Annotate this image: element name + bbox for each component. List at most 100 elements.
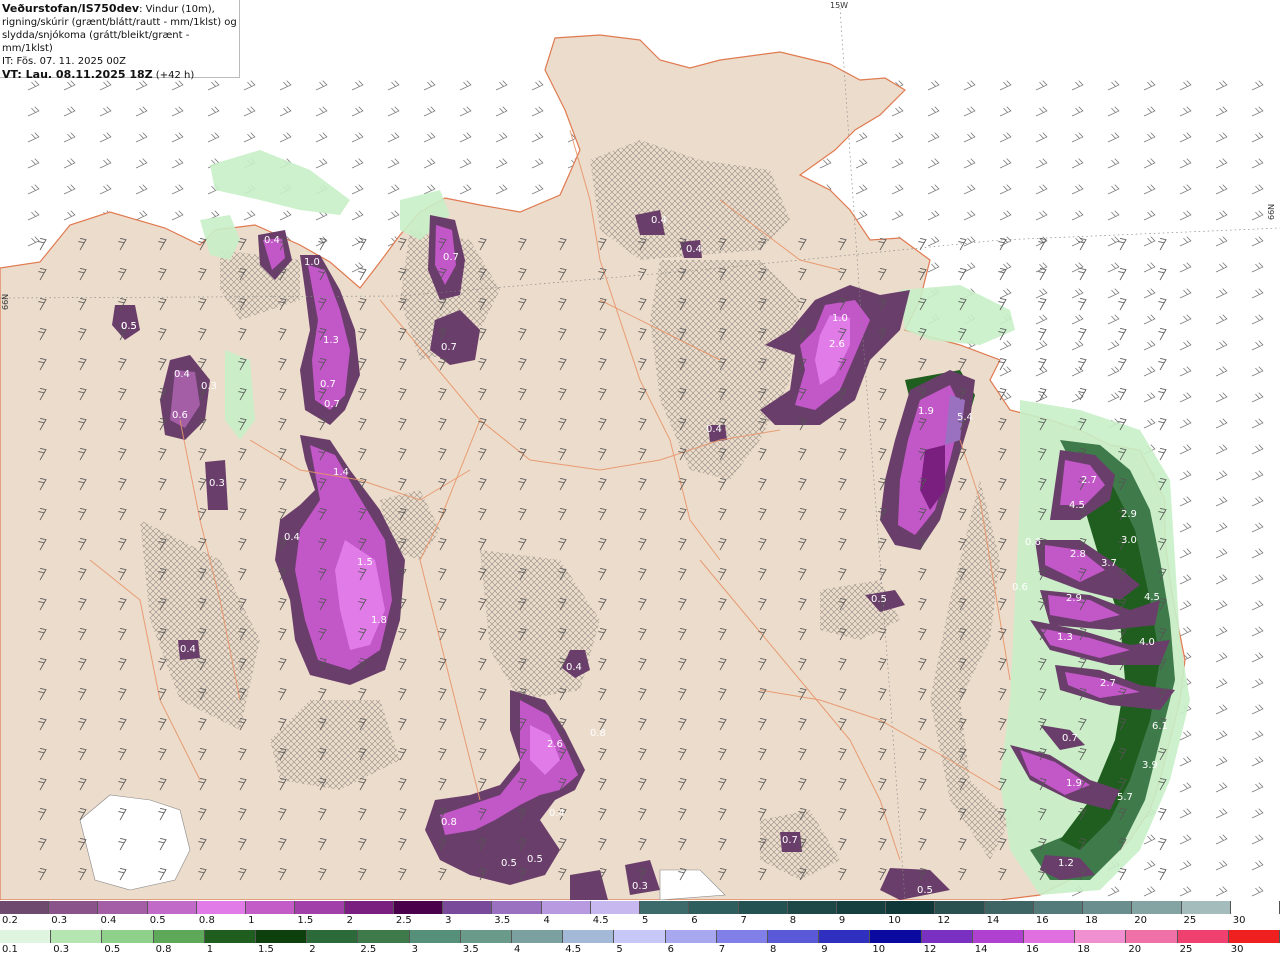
legend-swatch (541, 901, 591, 914)
glacier (79, 794, 191, 891)
legend-label: 0.5 (149, 915, 166, 926)
precip-label: 2.9 (1066, 593, 1082, 604)
legend-swatch (98, 901, 148, 914)
precip-label: 0.7 (320, 379, 336, 390)
precip-label: 0.3 (632, 881, 648, 892)
legend-label: 12 (937, 915, 951, 926)
legend-label: 1.5 (297, 915, 314, 926)
legend-swatch (196, 901, 247, 914)
precip-label: 0.7 (1062, 733, 1078, 744)
legend-swatch (512, 930, 564, 943)
precip-label: 0.6 (1012, 582, 1028, 593)
legend-label: 10 (888, 915, 901, 926)
precip-label: 3.7 (1101, 558, 1117, 569)
legend-label: 3.5 (494, 915, 511, 926)
precip-label: 2.7 (1081, 475, 1097, 486)
legend-swatch (921, 930, 973, 943)
precip-label: 0.5 (917, 885, 933, 896)
legend-swatch (1075, 930, 1127, 943)
legend-label: 3 (411, 944, 418, 955)
legend-label: 0.5 (104, 944, 121, 955)
legend-swatch (358, 930, 410, 943)
precip-label: 1.3 (1057, 632, 1073, 643)
legend-label: 25 (1183, 915, 1197, 926)
legend-swatch (102, 930, 154, 943)
valid-time: VT: Lau. 08.11.2025 18Z (2, 68, 153, 81)
legend-swatch (1132, 901, 1182, 914)
lon-label-15w: 15W (830, 1, 848, 10)
legend-label: 4.5 (565, 944, 582, 955)
precip-label: 5.4 (957, 412, 973, 423)
precip-label: 3.0 (1121, 535, 1137, 546)
precip-label: 0.4 (284, 532, 300, 543)
legend-label: 30 (1230, 944, 1244, 955)
legend-swatch (246, 901, 296, 914)
legend-swatch (393, 901, 444, 914)
legend-swatch (204, 930, 257, 943)
init-time: IT: Fös. 07. 11. 2025 00Z (2, 56, 126, 67)
legend-label: 14 (986, 915, 1000, 926)
legend-swatch (689, 901, 739, 914)
snow-color-legend (0, 901, 1280, 914)
legend-label: 25 (1179, 944, 1193, 955)
legend-swatch (307, 930, 359, 943)
precip-label: 1.0 (304, 257, 320, 268)
legend-label: 6 (667, 944, 674, 955)
legend-label: 4.5 (592, 915, 609, 926)
legend-label: 3.5 (462, 944, 479, 955)
legend-label: 12 (923, 944, 937, 955)
precip-label: 0.4 (174, 369, 190, 380)
legend-swatch (1033, 901, 1084, 914)
legend-label: 0.2 (2, 915, 18, 926)
precip-label: 2.8 (1070, 549, 1086, 560)
precip-label: 0.5 (871, 594, 887, 605)
legend-swatch (1177, 930, 1229, 943)
legend-swatch (49, 901, 99, 914)
legend-label: 9 (838, 915, 846, 926)
legend-label: 18 (1077, 944, 1090, 955)
legend-label: 20 (1128, 944, 1142, 955)
legend-swatch (590, 901, 641, 914)
legend-label: 0.8 (155, 944, 172, 955)
precip-label: 0.7 (324, 399, 340, 410)
legend-label: 0.4 (100, 915, 117, 926)
precip-label: 2.6 (829, 339, 845, 350)
legend-swatch (886, 901, 936, 914)
precip-label: 0.5 (527, 854, 543, 865)
precip-label: 1.0 (832, 313, 848, 324)
legend-label: 5 (616, 944, 623, 955)
legend-label: 3 (445, 915, 452, 926)
title-rest: : Vindur (10m), (139, 4, 215, 15)
legend-label: 7 (740, 915, 747, 926)
legend-swatch (563, 930, 615, 943)
weather-map: 15W 66N 66N 0.4 0.4 1.0 2.6 1.9 5.4 2.7 … (0, 0, 1280, 900)
precip-label: 3.9 (1142, 760, 1158, 771)
legend-swatch (344, 901, 394, 914)
legend-swatch (1230, 901, 1280, 914)
legend-label: 8 (770, 944, 777, 955)
legend-label: 8 (789, 915, 797, 926)
legend-swatch (614, 930, 666, 943)
precip-label: 1.2 (1058, 858, 1074, 869)
precip-label: 2.7 (1100, 678, 1116, 689)
legend-swatch (0, 901, 50, 914)
legend-swatch (1024, 930, 1076, 943)
legend-label: 0.3 (53, 944, 70, 955)
legend-label: 10 (872, 944, 886, 955)
precip-label: 0.4 (686, 244, 702, 255)
precip-label: 1.4 (333, 467, 349, 478)
legend-swatch (0, 930, 52, 943)
precip-label: 0.8 (590, 728, 606, 739)
precip-label: 0.4 (264, 235, 280, 246)
legend-swatch (1126, 930, 1178, 943)
legend-swatch (295, 901, 345, 914)
valid-offset: (+42 h) (152, 70, 195, 81)
precip-label: 0.5 (121, 321, 137, 332)
legend-swatch (716, 930, 769, 943)
precip-label: 6.1 (1152, 721, 1168, 732)
precip-label: 0.4 (651, 215, 667, 226)
legend-swatch (409, 930, 461, 943)
legend-swatch (256, 930, 308, 943)
legend-swatch (972, 930, 1025, 943)
title-line-3: slydda/snjókoma (grátt/bleikt/grænt - mm… (2, 30, 190, 54)
